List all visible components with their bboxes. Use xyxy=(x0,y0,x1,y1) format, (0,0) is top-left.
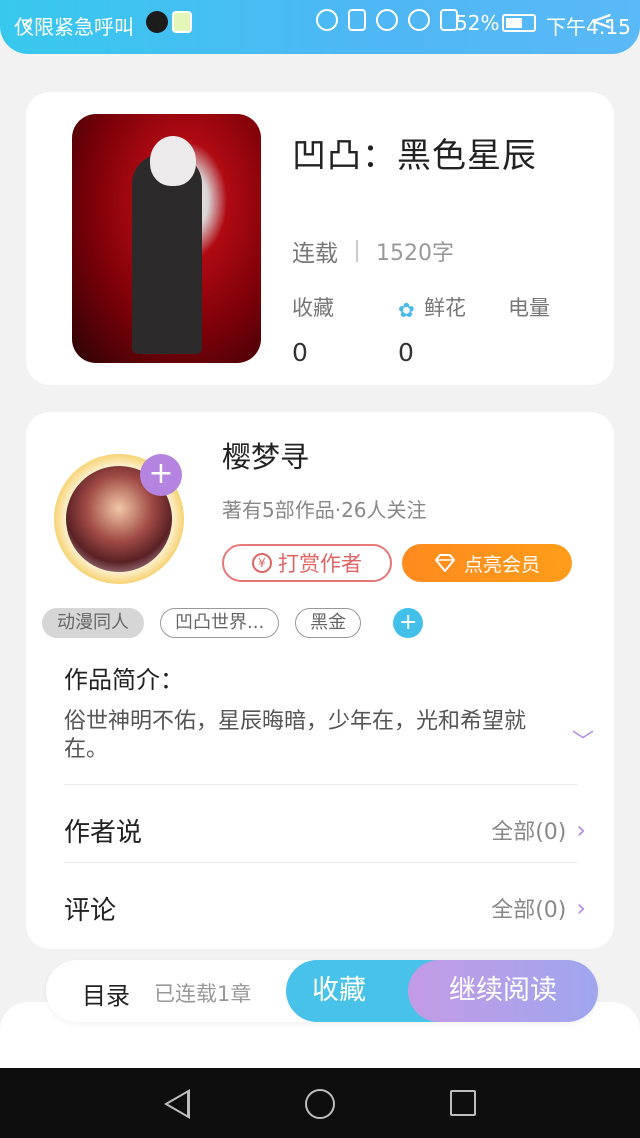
tag[interactable]: 凹凸世界... xyxy=(160,608,280,638)
stat-value: 0 xyxy=(292,338,308,367)
follow-button[interactable]: + xyxy=(140,454,182,496)
vip-button[interactable]: 点亮会员 xyxy=(402,544,572,582)
tip-label: 打赏作者 xyxy=(278,552,362,576)
author-says-label: 作者说 xyxy=(64,817,143,848)
author-name[interactable]: 樱梦寻 xyxy=(222,434,309,476)
stat-favorites: 收藏 0 xyxy=(292,292,334,367)
coin-icon: ¥ xyxy=(252,553,272,573)
stat-flowers: ✿ 鲜花 0 xyxy=(398,292,466,367)
intro-label: 作品简介： xyxy=(64,666,184,694)
tag[interactable]: 动漫同人 xyxy=(42,608,144,638)
stat-value: 0 xyxy=(398,338,414,367)
chapter-count: 已连载1章 xyxy=(154,982,252,1006)
action-bar: 目录 已连载1章 收藏 继续阅读 xyxy=(46,960,598,1022)
comments-count-wrap: 全部(0) › xyxy=(491,892,586,924)
cover-head xyxy=(150,136,196,186)
status-bar: 仅限紧急呼叫 ‹ 52% 下午4:15 ⋖ xyxy=(0,0,640,54)
vibrate-icon xyxy=(348,9,366,31)
continue-reading-button[interactable]: 继续阅读 xyxy=(408,960,598,1022)
comments-row[interactable]: 评论 全部(0) › xyxy=(64,878,586,938)
stat-label: 鲜花 xyxy=(424,296,466,320)
chevron-right-icon: › xyxy=(576,816,586,844)
nav-recents-icon[interactable] xyxy=(450,1090,476,1116)
battery-percent: 52% xyxy=(455,11,500,35)
comments-label: 评论 xyxy=(64,895,117,926)
book-cover[interactable] xyxy=(72,114,261,363)
stat-label: 收藏 xyxy=(292,296,334,320)
clock: 下午4:15 xyxy=(546,15,631,39)
eye-comfort-icon xyxy=(376,9,398,31)
divider xyxy=(356,240,358,262)
comments-count: 全部(0) xyxy=(491,898,567,923)
book-info-card: 凹凸：黑色星辰 连载 1520字 收藏 0 ✿ 鲜花 0 电量 xyxy=(26,92,614,385)
notification-icon xyxy=(146,11,168,33)
serial-status: 连载 xyxy=(292,241,338,267)
word-count: 1520字 xyxy=(376,241,454,266)
author-says-count-wrap: 全部(0) › xyxy=(491,814,586,846)
tag-list: 动漫同人 凹凸世界... 黑金 + xyxy=(42,608,424,638)
app-notification-icon xyxy=(172,11,192,33)
nav-back-icon[interactable] xyxy=(164,1089,190,1119)
stat-label: 电量 xyxy=(508,296,550,320)
vip-label: 点亮会员 xyxy=(463,553,540,576)
add-tag-button[interactable]: + xyxy=(393,608,424,638)
author-says-row[interactable]: 作者说 全部(0) › xyxy=(64,800,586,860)
navigation-bar xyxy=(0,1068,640,1138)
diamond-icon xyxy=(434,554,456,572)
share-icon[interactable]: ⋖ xyxy=(590,4,613,37)
back-icon[interactable]: ‹ xyxy=(22,6,34,41)
tag[interactable]: 黑金 xyxy=(295,608,362,638)
author-says-count: 全部(0) xyxy=(491,820,567,845)
divider xyxy=(64,784,578,785)
divider xyxy=(64,862,578,863)
nav-home-icon[interactable] xyxy=(305,1089,335,1119)
tip-author-button[interactable]: ¥ 打赏作者 xyxy=(222,544,392,582)
book-status-row: 连载 1520字 xyxy=(292,234,454,268)
wifi-icon xyxy=(408,9,430,31)
author-meta: 著有5部作品·26人关注 xyxy=(222,498,427,522)
stat-power: 电量 xyxy=(508,292,550,338)
battery-icon xyxy=(502,14,536,32)
chevron-down-icon[interactable]: ﹀ xyxy=(572,724,594,756)
chevron-right-icon: › xyxy=(576,894,586,922)
book-title: 凹凸：黑色星辰 xyxy=(292,136,537,176)
toc-button[interactable]: 目录 xyxy=(82,976,130,1011)
intro-text: 俗世神明不佑，星辰晦暗，少年在，光和希望就在。 xyxy=(64,709,527,762)
author-card: + 樱梦寻 著有5部作品·26人关注 ¥ 打赏作者 点亮会员 动漫同人 凹凸世界… xyxy=(26,412,614,949)
flower-icon: ✿ xyxy=(398,298,415,322)
nfc-icon xyxy=(316,9,338,31)
system-icons xyxy=(316,9,458,31)
